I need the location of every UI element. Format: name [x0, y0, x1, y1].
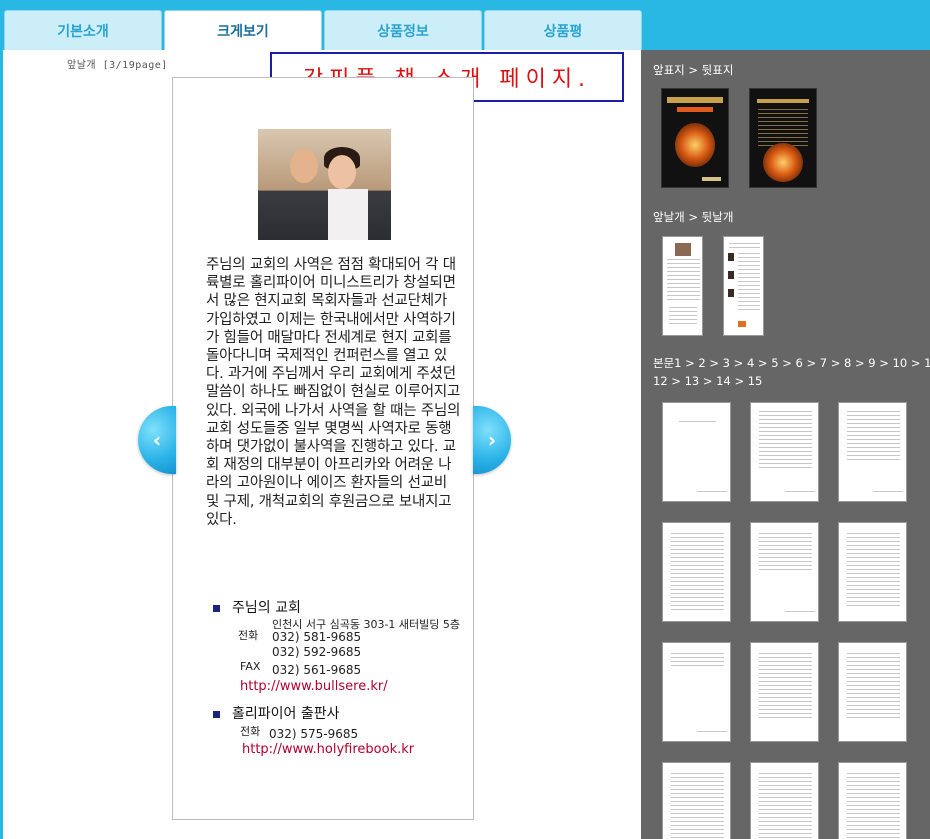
page-thumbnail-3[interactable] [838, 402, 907, 502]
back-cover-thumbnail[interactable] [749, 88, 817, 188]
book-page: 주님의 교회의 사역은 점점 확대되어 각 대륙별로 홀리파이어 미니스트리가 … [172, 77, 474, 820]
contact-fax: 032) 561-9685 [272, 663, 362, 677]
page-thumbnail-4[interactable] [662, 522, 731, 622]
tab-label: 크게보기 [217, 24, 269, 40]
page-links-line1[interactable]: 본문1 > 2 > 3 > 4 > 5 > 6 > 7 > 8 > 9 > 10… [653, 356, 930, 370]
contact-phone1: 032) 581-9685 [272, 630, 362, 644]
page-viewer: 앞날개 [3/19page] 갓피플 책 소개 페이지. 주님의 교회의 사역은… [3, 50, 641, 839]
page-thumbnail-11[interactable] [750, 762, 819, 839]
page-link-list: 본문1 > 2 > 3 > 4 > 5 > 6 > 7 > 8 > 9 > 10… [653, 354, 930, 390]
page-thumbnail-5[interactable] [750, 522, 819, 622]
wing-section-title: 앞날개 > 뒷날개 [653, 210, 734, 224]
bullet-icon [213, 710, 220, 718]
page-thumbnail-6[interactable] [838, 522, 907, 622]
tab-product-review[interactable]: 상품평 [484, 10, 642, 50]
front-wing-thumbnail[interactable] [662, 236, 703, 336]
contact-publisher-name: 홀리파이어 출판사 [213, 703, 340, 723]
page-thumbnail-1[interactable] [662, 402, 731, 502]
chevron-left-icon: ‹ [152, 428, 162, 452]
church-website-link[interactable]: http://www.bullsere.kr/ [240, 679, 388, 694]
page-thumbnail-7[interactable] [662, 642, 731, 742]
publisher-phone: 032) 575-9685 [269, 727, 359, 741]
tab-label: 상품정보 [377, 23, 429, 40]
tab-bar: 기본소개 크게보기 상품정보 상품평 [0, 0, 930, 51]
bullet-icon [213, 604, 220, 612]
tab-label: 상품평 [543, 23, 583, 40]
tab-basic-intro[interactable]: 기본소개 [4, 10, 162, 50]
publisher-phone-label: 전화 [240, 725, 261, 738]
next-page-button[interactable]: › [473, 406, 511, 474]
prev-page-button[interactable]: ‹ [138, 406, 176, 474]
page-thumbnail-8[interactable] [750, 642, 819, 742]
page-thumbnail-9[interactable] [838, 642, 907, 742]
tab-label: 기본소개 [57, 23, 109, 40]
contact-church-name: 주님의 교회 [213, 597, 301, 617]
cover-section-title: 앞표지 > 뒷표지 [653, 63, 734, 77]
tab-large-view[interactable]: 크게보기 [164, 10, 322, 51]
page-thumbnail-12[interactable] [838, 762, 907, 839]
back-wing-thumbnail[interactable] [723, 236, 764, 336]
contact-fax-label: FAX [240, 660, 261, 673]
page-indicator: 앞날개 [3/19page] [67, 60, 168, 71]
contact-phone-label: 전화 [238, 629, 259, 642]
publisher-website-link[interactable]: http://www.holyfirebook.kr [242, 742, 414, 757]
page-links-line2[interactable]: 12 > 13 > 14 > 15 [653, 374, 762, 388]
author-photo [258, 129, 391, 240]
page-thumbnail-10[interactable] [662, 762, 731, 839]
tab-product-info[interactable]: 상품정보 [324, 10, 482, 50]
contact-phone2: 032) 592-9685 [272, 645, 362, 659]
page-body-text: 주님의 교회의 사역은 점점 확대되어 각 대륙별로 홀리파이어 미니스트리가 … [206, 257, 461, 528]
chevron-right-icon: › [487, 428, 497, 452]
front-cover-thumbnail[interactable] [661, 88, 729, 188]
page-thumbnail-2[interactable] [750, 402, 819, 502]
thumbnail-sidebar: 앞표지 > 뒷표지 앞날개 > 뒷날개 본문1 > 2 > 3 > 4 > 5 … [641, 50, 930, 839]
